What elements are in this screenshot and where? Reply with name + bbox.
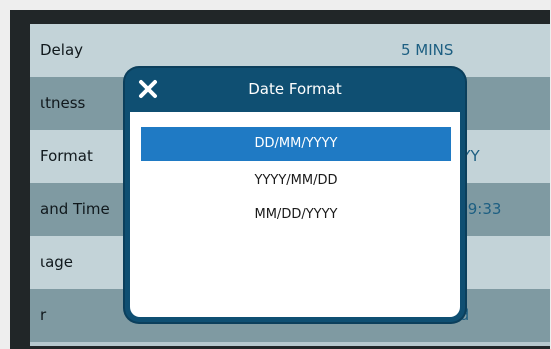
settings-screen: Delay 5 MINS ιtness Format YYYY and Time… <box>30 24 550 346</box>
row-label: Delay <box>40 41 84 59</box>
row-label: ιtness <box>40 94 86 112</box>
dialog-title: Date Format <box>248 80 342 98</box>
date-format-dialog: Date Format DD/MM/YYYY YYYY/MM/DD MM/DD/… <box>125 68 465 322</box>
close-x-icon <box>139 80 157 98</box>
date-format-option-dd-mm-yyyy[interactable]: DD/MM/YYYY <box>141 127 451 161</box>
close-button[interactable] <box>133 74 163 104</box>
row-label: r <box>40 306 47 324</box>
date-format-option-yyyy-mm-dd[interactable]: YYYY/MM/DD <box>141 164 451 198</box>
device-frame: Delay 5 MINS ιtness Format YYYY and Time… <box>10 10 550 349</box>
dialog-header: Date Format <box>125 68 465 110</box>
dialog-body: DD/MM/YYYY YYYY/MM/DD MM/DD/YYYY <box>130 112 460 317</box>
row-label: and Time <box>40 200 110 218</box>
row-label: Format <box>40 147 93 165</box>
row-label: ιage <box>40 253 74 271</box>
date-format-option-mm-dd-yyyy[interactable]: MM/DD/YYYY <box>141 198 451 232</box>
